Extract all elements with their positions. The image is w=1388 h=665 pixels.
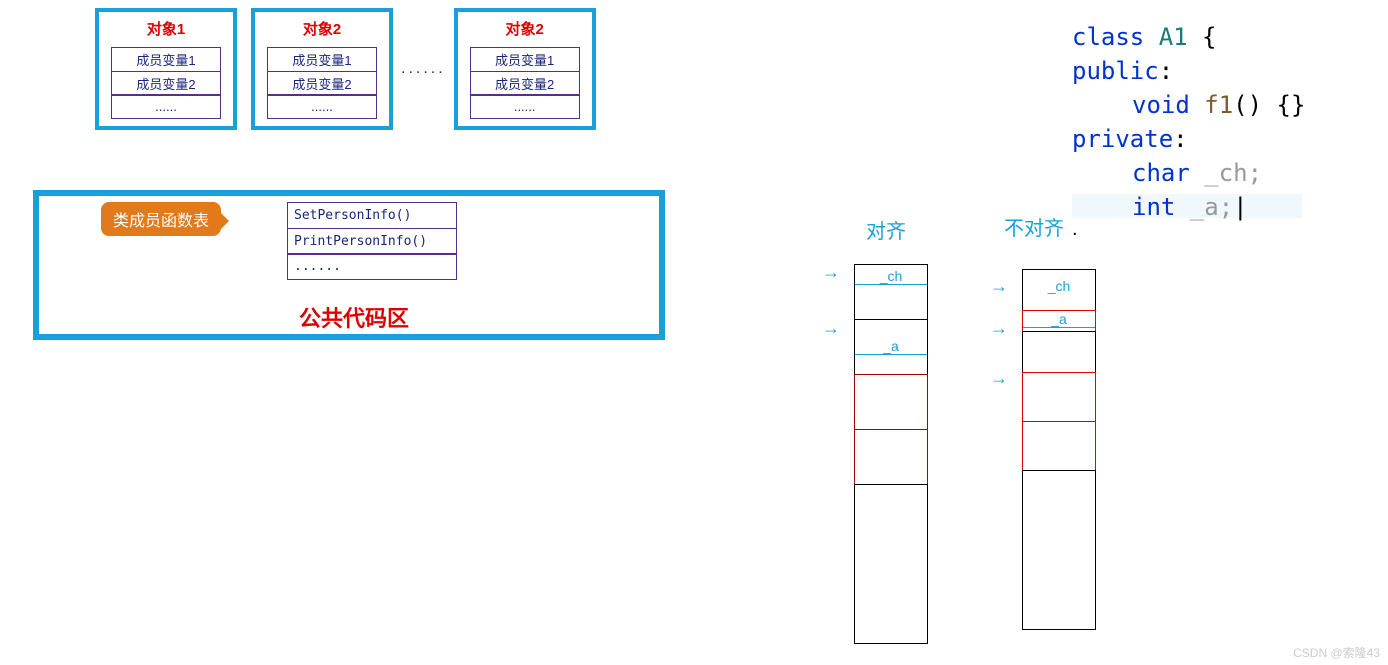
- arrow-icon: →: [822, 318, 840, 339]
- kw-public: public: [1072, 57, 1159, 85]
- arrow-icon: →: [822, 262, 840, 283]
- kw-class: class: [1072, 23, 1144, 51]
- member-slot: 成员变量2: [267, 71, 377, 96]
- field-label: _a: [1023, 311, 1095, 328]
- class-name: A1: [1144, 23, 1202, 51]
- colon: :: [1173, 125, 1187, 153]
- member-slot: ......: [470, 94, 580, 119]
- object-title: 对象1: [147, 18, 185, 39]
- object-title: 对象2: [303, 18, 341, 39]
- func-slot: PrintPersonInfo(): [287, 228, 457, 255]
- field-label: _ch: [855, 268, 927, 285]
- brace: {: [1202, 23, 1216, 51]
- function-table: SetPersonInfo() PrintPersonInfo() ......: [287, 202, 457, 279]
- memory-cell: [1022, 331, 1096, 373]
- kw-private: private: [1072, 125, 1173, 153]
- member-slot: 成员变量1: [470, 47, 580, 72]
- kw-void: void: [1132, 91, 1190, 119]
- member-slot: ......: [111, 94, 221, 119]
- memory-column-unaligned: _ch _a: [1022, 270, 1096, 630]
- member-slot: 成员变量1: [111, 47, 221, 72]
- object-2: 对象2 成员变量1 成员变量2 ......: [251, 8, 393, 130]
- arrow-icon: →: [990, 318, 1008, 339]
- memory-cell: [854, 429, 928, 485]
- field-label: _a: [855, 338, 927, 355]
- object-title: 对象2: [506, 18, 544, 39]
- arrow-icon: →: [990, 368, 1008, 389]
- watermark: CSDN @索隆43: [1293, 644, 1380, 661]
- func-slot: SetPersonInfo(): [287, 202, 457, 229]
- object-1: 对象1 成员变量1 成员变量2 ......: [95, 8, 237, 130]
- bubble-label: 类成员函数表: [101, 202, 221, 236]
- parens: () {}: [1233, 91, 1305, 119]
- memory-cell: [854, 484, 928, 644]
- memory-cell: _a: [854, 319, 928, 375]
- memory-cell: [1022, 470, 1096, 630]
- memory-cell: [854, 374, 928, 430]
- object-row: 对象1 成员变量1 成员变量2 ...... 对象2 成员变量1 成员变量2 .…: [95, 8, 596, 130]
- func-slot: ......: [287, 253, 457, 280]
- memory-column-aligned: _ch _a: [854, 265, 928, 644]
- kw-int: int: [1132, 193, 1175, 221]
- memory-cell: _ch: [1022, 269, 1096, 311]
- colon: :: [1159, 57, 1173, 85]
- var-a: _a;: [1175, 193, 1233, 221]
- member-slot: 成员变量1: [267, 47, 377, 72]
- unaligned-label: 不对齐: [1004, 212, 1064, 241]
- member-slot: 成员变量2: [470, 71, 580, 96]
- memory-cell: _a: [1022, 310, 1096, 332]
- object-3: 对象2 成员变量1 成员变量2 ......: [454, 8, 596, 130]
- code-snippet: class A1 { public: void f1() {} private:…: [1072, 20, 1305, 224]
- cursor-icon: |: [1233, 193, 1247, 221]
- var-ch: _ch;: [1190, 159, 1262, 187]
- memory-cell: _ch: [854, 264, 928, 320]
- field-label: _ch: [1023, 278, 1095, 294]
- arrow-icon: →: [990, 276, 1008, 297]
- kw-char: char: [1132, 159, 1190, 187]
- public-code-area: 类成员函数表 SetPersonInfo() PrintPersonInfo()…: [33, 190, 665, 340]
- memory-cell: [1022, 421, 1096, 471]
- memory-cell: [1022, 372, 1096, 422]
- member-slot: 成员变量2: [111, 71, 221, 96]
- member-slot: ......: [267, 94, 377, 119]
- dot: .: [1072, 218, 1078, 241]
- func-name: f1: [1190, 91, 1233, 119]
- ellipsis: ......: [401, 60, 446, 78]
- aligned-label: 对齐: [866, 215, 906, 244]
- public-code-label: 公共代码区: [299, 301, 409, 333]
